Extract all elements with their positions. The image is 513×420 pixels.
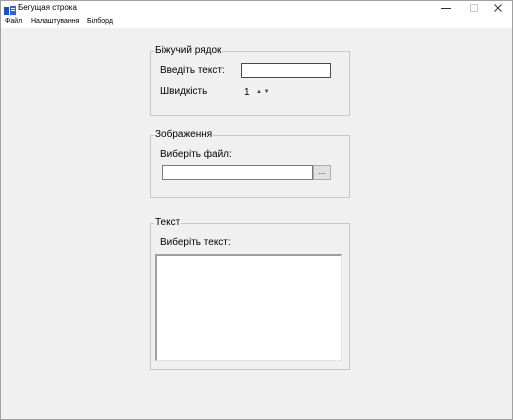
menu-file[interactable]: Файл	[5, 15, 22, 28]
speed-label: Швидкість	[160, 86, 208, 97]
ticker-group-legend: Біжучий рядок	[154, 45, 223, 57]
menu-settings[interactable]: Налаштування	[31, 15, 79, 28]
maximize-icon	[470, 4, 478, 12]
window-title: Бегущая строка	[18, 3, 77, 12]
text-input-label: Введіть текст:	[160, 65, 225, 76]
browse-button[interactable]: ...	[313, 165, 331, 180]
close-button[interactable]	[482, 1, 512, 15]
close-icon	[494, 4, 502, 12]
minimize-icon	[441, 8, 451, 9]
file-path-input[interactable]	[162, 165, 313, 180]
file-select-label: Виберіть файл:	[160, 149, 232, 160]
speed-value[interactable]: 1	[244, 87, 250, 99]
text-group-legend: Текст	[154, 217, 182, 229]
ticker-group: Біжучий рядок	[150, 45, 350, 116]
title-bar[interactable]: Бегущая строка	[1, 1, 512, 15]
image-group-legend: Зображення	[154, 129, 214, 141]
text-list-box[interactable]	[155, 254, 342, 361]
app-icon	[4, 3, 16, 15]
menu-bar: Файл Налаштування Білборд	[1, 15, 512, 28]
main-window: Бегущая строка Файл Налаштування Білборд…	[0, 0, 513, 420]
menu-billboard[interactable]: Білборд	[87, 15, 113, 28]
ticker-text-input[interactable]	[241, 63, 331, 78]
speed-spinner-arrows[interactable]: ▲ ▼	[256, 89, 270, 95]
text-select-label: Виберіть текст:	[160, 237, 231, 248]
